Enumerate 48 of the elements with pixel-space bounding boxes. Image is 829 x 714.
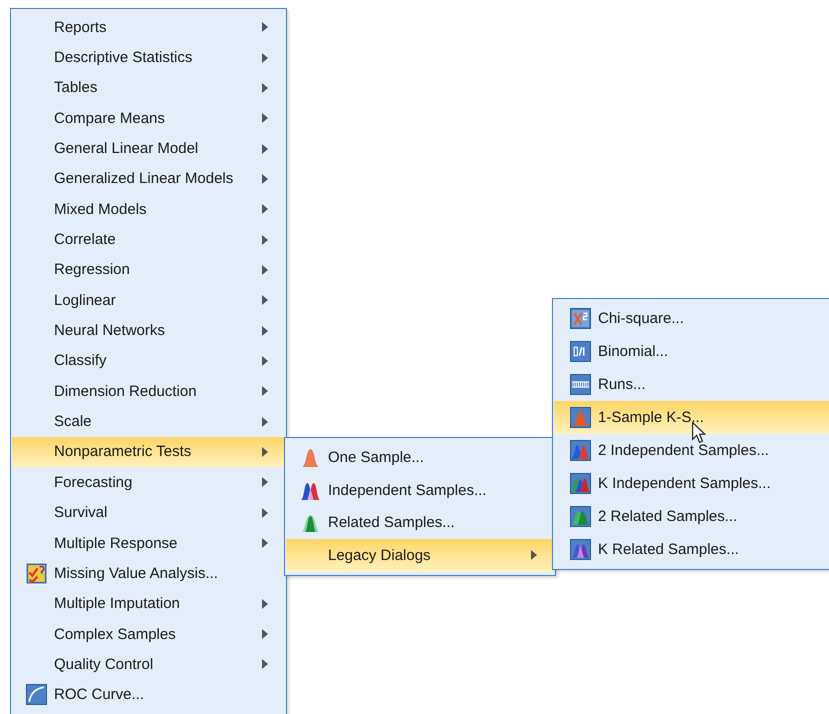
menu-item[interactable]: K Related Samples... bbox=[554, 533, 829, 566]
menu-item[interactable]: Forecasting bbox=[12, 467, 285, 498]
menu-item[interactable]: 2 Related Samples... bbox=[554, 500, 829, 533]
letters-icon bbox=[570, 374, 591, 395]
menu-item[interactable]: Scale bbox=[12, 406, 285, 437]
menu-item[interactable]: Survival bbox=[12, 498, 285, 528]
menu-item[interactable]: Tables bbox=[12, 72, 285, 104]
bell-curves-icon bbox=[570, 473, 591, 494]
menu-item[interactable]: Neural Networks bbox=[12, 315, 285, 346]
menu-item[interactable]: Chi-square... bbox=[554, 302, 829, 335]
menu-item[interactable]: Multiple Response bbox=[12, 528, 285, 558]
binary-icon bbox=[570, 341, 591, 362]
bell-curves-icon bbox=[570, 440, 591, 461]
menu-item[interactable]: Related Samples... bbox=[286, 506, 554, 540]
menu-item[interactable]: Mixed Models bbox=[12, 194, 285, 224]
menu-item[interactable]: Complex Samples bbox=[12, 618, 285, 650]
menu-item[interactable]: Nonparametric Tests bbox=[12, 436, 285, 468]
menu-item[interactable]: 2 Independent Samples... bbox=[554, 434, 829, 467]
menu-item[interactable]: Compare Means bbox=[12, 103, 285, 134]
cursor-icon bbox=[692, 422, 706, 444]
menu-item[interactable]: Runs... bbox=[554, 368, 829, 401]
bell-curve-icon bbox=[570, 407, 591, 428]
menu-item[interactable]: One Sample... bbox=[286, 441, 554, 474]
menu-item[interactable]: Generalized Linear Models bbox=[12, 164, 285, 194]
menu-item[interactable]: 1-Sample K-S... bbox=[554, 401, 829, 434]
menu-item[interactable]: Binomial... bbox=[554, 335, 829, 368]
menu-item[interactable]: Multiple Imputation bbox=[12, 588, 285, 619]
menu-item[interactable]: Independent Samples... bbox=[286, 474, 554, 506]
checklist-icon bbox=[26, 562, 47, 584]
bell-curves-icon bbox=[570, 539, 591, 560]
menu-item[interactable]: Loglinear bbox=[12, 285, 285, 316]
bell-curves-icon bbox=[570, 506, 591, 527]
menu-item[interactable]: Missing Value Analysis... bbox=[12, 558, 285, 589]
menu-item[interactable]: Quality Control bbox=[12, 649, 285, 680]
menu-item[interactable]: ROC Curve... bbox=[12, 680, 285, 710]
bell-curve-icon bbox=[300, 446, 321, 468]
menu-item[interactable]: Reports bbox=[12, 12, 285, 42]
curve-icon bbox=[26, 684, 47, 706]
menu-item[interactable]: Classify bbox=[12, 346, 285, 376]
menu-item[interactable]: Dimension Reduction bbox=[12, 376, 285, 406]
menu-item[interactable]: K Independent Samples... bbox=[554, 467, 829, 500]
chi-square-icon bbox=[570, 308, 591, 329]
menu-item[interactable]: Correlate bbox=[12, 224, 285, 255]
bell-curve-icon bbox=[300, 512, 321, 534]
menu-item[interactable]: General Linear Model bbox=[12, 133, 285, 164]
menu-item[interactable]: Regression bbox=[12, 254, 285, 286]
menu-item[interactable]: Descriptive Statistics bbox=[12, 42, 285, 73]
menu-item[interactable]: Legacy Dialogs bbox=[286, 539, 554, 572]
